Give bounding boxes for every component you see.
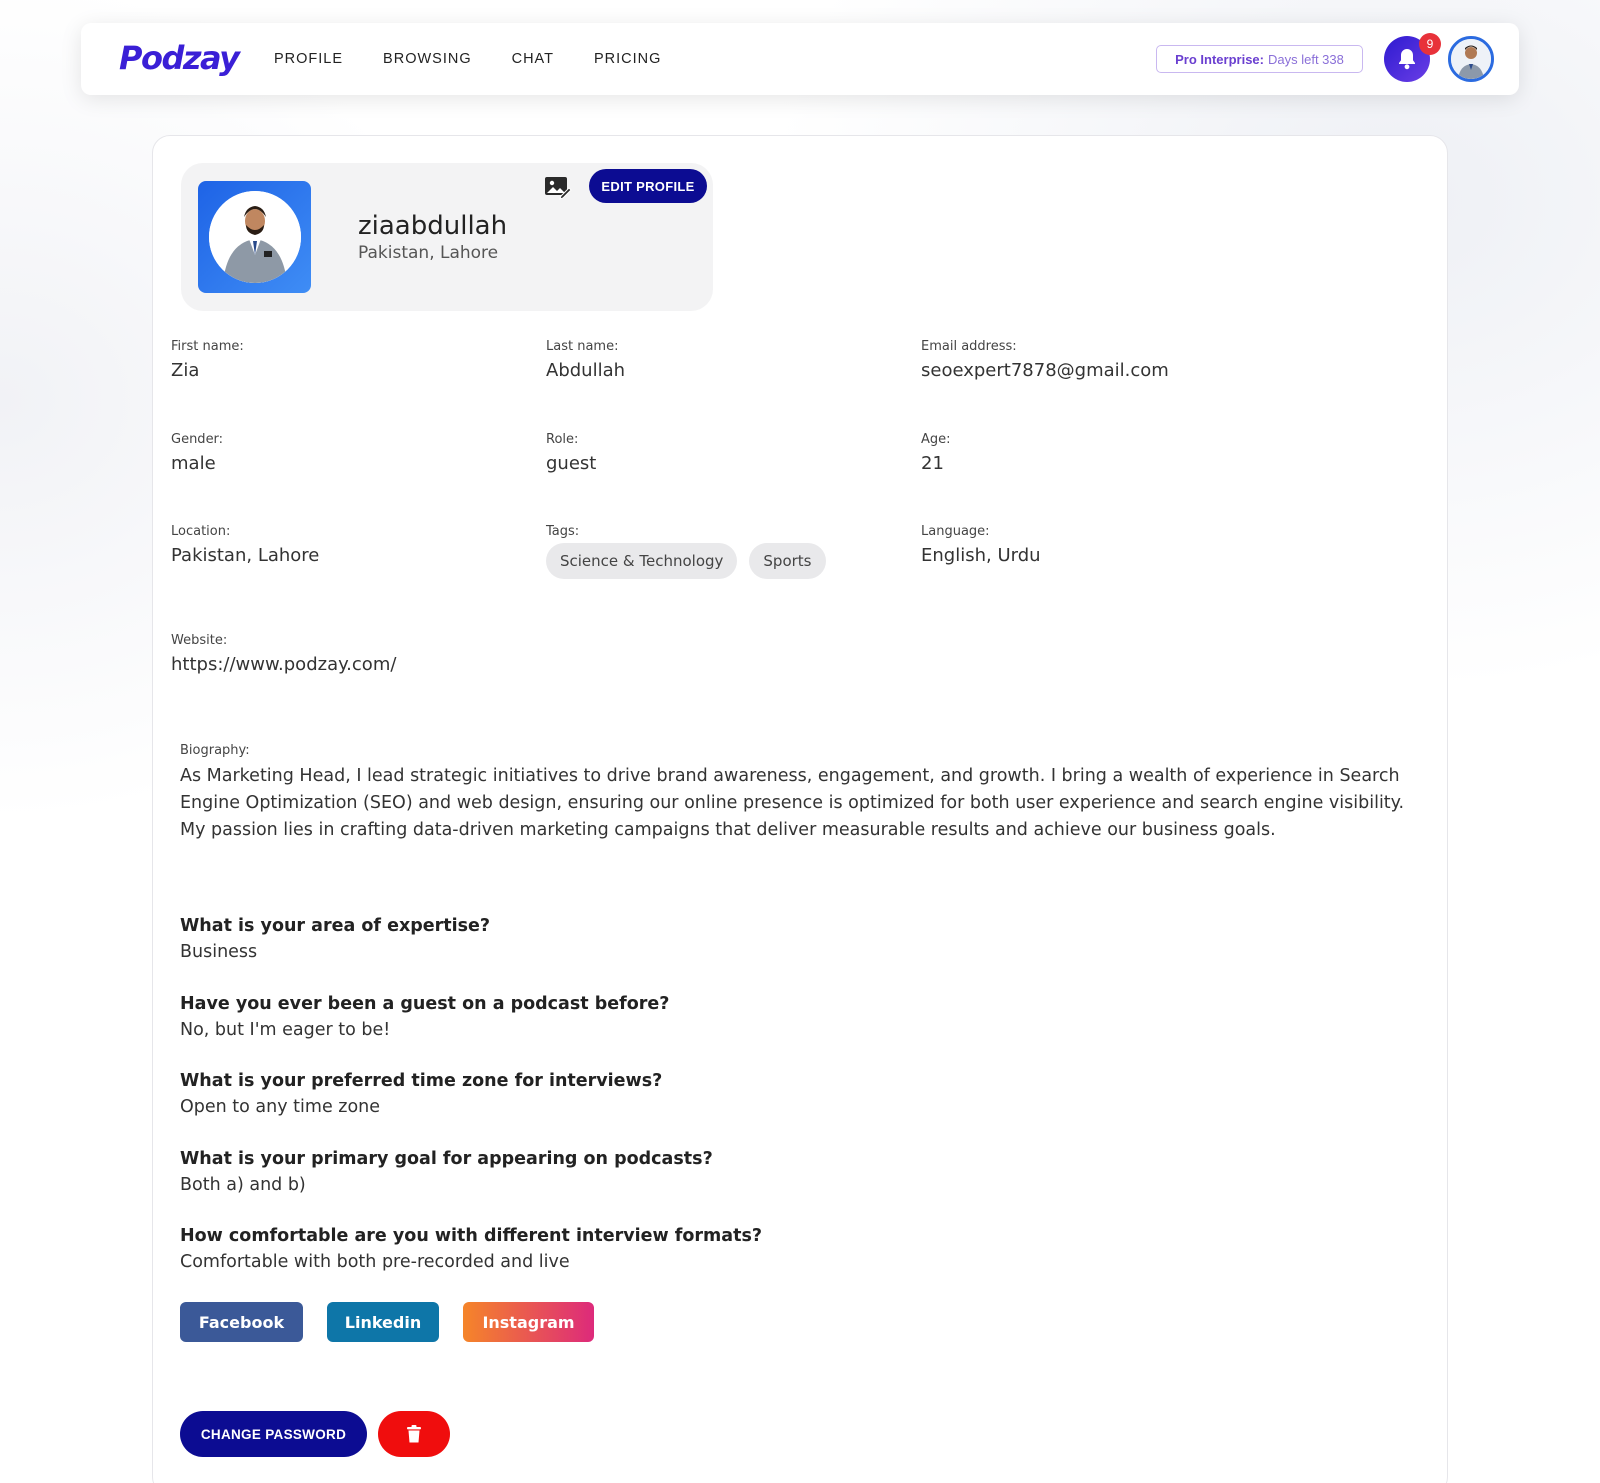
age-value: 21 xyxy=(921,453,944,474)
user-avatar-image xyxy=(1451,39,1491,79)
last-name-value: Abdullah xyxy=(546,360,626,381)
plan-badge: Pro Interprise: Days left 338 xyxy=(1156,45,1363,73)
nav-links: PROFILE BROWSING CHAT PRICING xyxy=(274,23,701,95)
first-name-value: Zia xyxy=(171,360,200,381)
first-name-label: First name: xyxy=(171,339,244,354)
image-edit-icon[interactable] xyxy=(544,174,572,200)
qa-question: What is your primary goal for appearing … xyxy=(180,1149,713,1169)
age-field: Age: 21 xyxy=(921,432,951,474)
age-label: Age: xyxy=(921,432,951,447)
qa-item: How comfortable are you with different i… xyxy=(180,1226,762,1272)
email-label: Email address: xyxy=(921,339,1017,354)
facebook-button[interactable]: Facebook xyxy=(180,1302,303,1342)
location-label: Location: xyxy=(171,524,231,539)
qa-item: What is your primary goal for appearing … xyxy=(180,1149,713,1195)
profile-card: ziaabdullah Pakistan, Lahore EDIT PROFIL… xyxy=(152,135,1448,1483)
linkedin-button[interactable]: Linkedin xyxy=(327,1302,439,1342)
nav-link-profile[interactable]: PROFILE xyxy=(274,51,343,67)
tags-list: Science & Technology Sports xyxy=(546,543,838,579)
location-value: Pakistan, Lahore xyxy=(171,545,320,566)
delete-account-button[interactable] xyxy=(378,1411,450,1457)
website-field: Website: https://www.podzay.com/ xyxy=(171,633,396,675)
qa-answer: Both a) and b) xyxy=(180,1175,306,1195)
qa-question: What is your area of expertise? xyxy=(180,916,491,936)
nav-link-browsing[interactable]: BROWSING xyxy=(383,51,472,67)
role-value: guest xyxy=(546,453,597,474)
profile-location: Pakistan, Lahore xyxy=(358,243,499,263)
plan-label: Pro Interprise: xyxy=(1175,51,1264,67)
profile-username: ziaabdullah xyxy=(358,211,508,241)
role-field: Role: guest xyxy=(546,432,596,474)
qa-item: What is your preferred time zone for int… xyxy=(180,1071,662,1117)
top-navbar: Podzay PROFILE BROWSING CHAT PRICING Pro… xyxy=(81,23,1519,95)
qa-item: What is your area of expertise? Business xyxy=(180,916,490,962)
nav-link-pricing[interactable]: PRICING xyxy=(594,51,661,67)
qa-item: Have you ever been a guest on a podcast … xyxy=(180,994,669,1040)
instagram-button[interactable]: Instagram xyxy=(463,1302,594,1342)
qa-answer: Comfortable with both pre-recorded and l… xyxy=(180,1252,570,1272)
first-name-field: First name: Zia xyxy=(171,339,244,381)
qa-question: Have you ever been a guest on a podcast … xyxy=(180,994,670,1014)
nav-link-chat[interactable]: CHAT xyxy=(512,51,554,67)
gender-value: male xyxy=(171,453,216,474)
profile-photo-image xyxy=(208,191,301,283)
tag-chip[interactable]: Science & Technology xyxy=(546,543,738,579)
last-name-field: Last name: Abdullah xyxy=(546,339,625,381)
location-field: Location: Pakistan, Lahore xyxy=(171,524,319,566)
email-field: Email address: seoexpert7878@gmail.com xyxy=(921,339,1169,381)
biography-text: As Marketing Head, I lead strategic init… xyxy=(180,766,1405,840)
last-name-label: Last name: xyxy=(546,339,619,354)
qa-answer: No, but I'm eager to be! xyxy=(180,1020,391,1040)
qa-answer: Open to any time zone xyxy=(180,1097,381,1117)
biography-label: Biography: xyxy=(180,743,250,758)
email-value: seoexpert7878@gmail.com xyxy=(921,360,1169,381)
language-label: Language: xyxy=(921,524,990,539)
notification-count-badge: 9 xyxy=(1419,33,1441,55)
website-link[interactable]: https://www.podzay.com/ xyxy=(171,654,396,675)
qa-question: How comfortable are you with different i… xyxy=(180,1226,763,1246)
profile-header: ziaabdullah Pakistan, Lahore EDIT PROFIL… xyxy=(181,163,713,311)
qa-answer: Business xyxy=(180,942,258,962)
qa-question: What is your preferred time zone for int… xyxy=(180,1071,663,1091)
tags-field: Tags: Science & Technology Sports xyxy=(546,524,838,579)
trash-icon xyxy=(407,1425,421,1443)
language-value: English, Urdu xyxy=(921,545,1041,566)
edit-profile-button[interactable]: EDIT PROFILE xyxy=(589,169,707,203)
change-password-button[interactable]: CHANGE PASSWORD xyxy=(180,1411,367,1457)
profile-photo[interactable] xyxy=(198,181,311,293)
avatar[interactable] xyxy=(1448,36,1494,82)
tags-label: Tags: xyxy=(546,524,580,539)
bell-icon xyxy=(1399,49,1415,70)
gender-label: Gender: xyxy=(171,432,224,447)
website-label: Website: xyxy=(171,633,228,648)
language-field: Language: English, Urdu xyxy=(921,524,1041,566)
role-label: Role: xyxy=(546,432,579,447)
gender-field: Gender: male xyxy=(171,432,223,474)
plan-days: Days left 338 xyxy=(1267,51,1344,67)
podzay-logo[interactable]: Podzay xyxy=(119,39,240,77)
tag-chip[interactable]: Sports xyxy=(749,543,826,579)
